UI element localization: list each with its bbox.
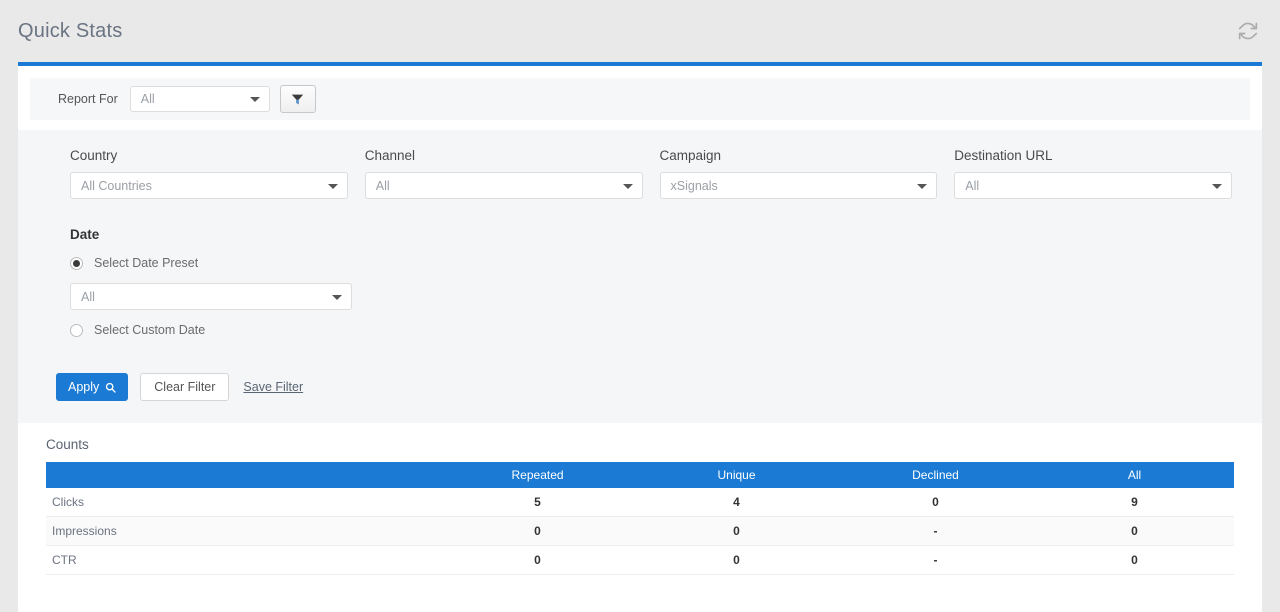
destination-url-label: Destination URL (954, 148, 1053, 163)
impressions-repeated: 0 (438, 516, 638, 546)
counts-col-declined: Declined (836, 462, 1035, 488)
chevron-down-icon (1212, 183, 1222, 189)
page-title: Quick Stats (18, 19, 123, 42)
apply-button-label: Apply (68, 380, 100, 394)
filter-field-campaign: Campaign xSignals (659, 148, 938, 199)
destination-url-value: All (965, 178, 980, 193)
table-row: Impressions 0 0 - 0 (46, 516, 1234, 546)
refresh-icon-glyph (1238, 22, 1258, 40)
channel-value: All (375, 178, 390, 193)
chevron-down-icon (249, 97, 260, 102)
date-preset-select-wrap: All (70, 283, 352, 310)
refresh-icon[interactable] (1238, 21, 1258, 41)
chevron-down-icon (332, 294, 342, 300)
counts-table: Repeated Unique Declined All Clicks 5 4 … (46, 462, 1234, 575)
radio-select-date-preset[interactable]: Select Date Preset (70, 252, 1262, 274)
filters-panel: Country All Countries Channel All Campai… (18, 130, 1262, 423)
radio-preset-label: Select Date Preset (94, 256, 199, 270)
country-select[interactable]: All Countries (70, 172, 348, 199)
table-row: CTR 0 0 - 0 (46, 545, 1234, 575)
campaign-value: xSignals (670, 178, 718, 193)
clicks-unique: 4 (637, 488, 836, 517)
country-value: All Countries (81, 178, 152, 193)
apply-button[interactable]: Apply (56, 373, 129, 401)
row-label-ctr: CTR (46, 545, 439, 575)
counts-col-all: All (1034, 462, 1234, 488)
counts-table-head: Repeated Unique Declined All (46, 462, 1234, 488)
destination-url-select[interactable]: All (954, 172, 1232, 199)
channel-label: Channel (364, 148, 416, 163)
ctr-repeated: 0 (438, 545, 638, 575)
chevron-down-icon (917, 183, 928, 189)
filter-funnel-icon (292, 94, 304, 104)
date-label: Date (70, 227, 100, 242)
clicks-declined: 0 (836, 488, 1035, 517)
counts-col-unique: Unique (637, 462, 836, 488)
filter-toggle-button[interactable] (279, 85, 316, 113)
counts-col-blank (46, 462, 439, 488)
radio-custom-label: Select Custom Date (94, 323, 206, 337)
counts-table-body: Clicks 5 4 0 9 Impressions 0 0 - 0 CTR 0… (46, 488, 1234, 575)
date-preset-select[interactable]: All (70, 283, 352, 310)
impressions-declined: - (836, 516, 1035, 546)
radio-preset-indicator[interactable] (70, 256, 83, 270)
page-header: Quick Stats (0, 0, 1280, 62)
report-for-select[interactable]: All (129, 86, 270, 112)
campaign-label: Campaign (659, 148, 722, 163)
clicks-all: 9 (1034, 488, 1234, 517)
channel-select[interactable]: All (364, 172, 643, 199)
report-for-label: Report For (58, 92, 118, 106)
date-preset-value: All (81, 289, 95, 304)
row-label-clicks: Clicks (46, 488, 439, 517)
clicks-repeated: 5 (438, 488, 638, 517)
report-for-value: All (140, 92, 155, 106)
filter-field-country: Country All Countries (70, 148, 348, 199)
campaign-select[interactable]: xSignals (659, 172, 938, 199)
magnifier-icon (105, 382, 116, 393)
counts-col-repeated: Repeated (438, 462, 638, 488)
counts-header-row: Repeated Unique Declined All (46, 462, 1234, 488)
country-label: Country (70, 148, 118, 163)
counts-title: Counts (46, 437, 89, 452)
radio-select-custom-date[interactable]: Select Custom Date (70, 319, 1262, 341)
clear-filter-label: Clear Filter (154, 380, 216, 394)
radio-custom-indicator[interactable] (70, 323, 83, 337)
counts-section: Counts Repeated Unique Declined All Clic… (18, 423, 1262, 575)
filter-field-destination-url: Destination URL All (954, 148, 1232, 199)
impressions-all: 0 (1034, 516, 1234, 546)
row-label-impressions: Impressions (46, 516, 439, 546)
filter-actions: Apply Clear Filter Save Filter (18, 373, 1262, 401)
report-for-bar: Report For All (30, 78, 1250, 120)
filter-field-channel: Channel All (364, 148, 643, 199)
date-filter-block: Date Select Date Preset All Select Custo… (18, 227, 1262, 341)
impressions-unique: 0 (637, 516, 836, 546)
save-filter-link[interactable]: Save Filter (243, 380, 303, 394)
ctr-declined: - (836, 545, 1035, 575)
clear-filter-button[interactable]: Clear Filter (140, 373, 230, 401)
ctr-all: 0 (1034, 545, 1234, 575)
table-row: Clicks 5 4 0 9 (46, 488, 1234, 517)
ctr-unique: 0 (637, 545, 836, 575)
filter-row-primary: Country All Countries Channel All Campai… (18, 148, 1262, 199)
chevron-down-icon (622, 183, 633, 189)
chevron-down-icon (327, 183, 338, 189)
quick-stats-card: Report For All Country All Countries Cha… (18, 62, 1262, 612)
